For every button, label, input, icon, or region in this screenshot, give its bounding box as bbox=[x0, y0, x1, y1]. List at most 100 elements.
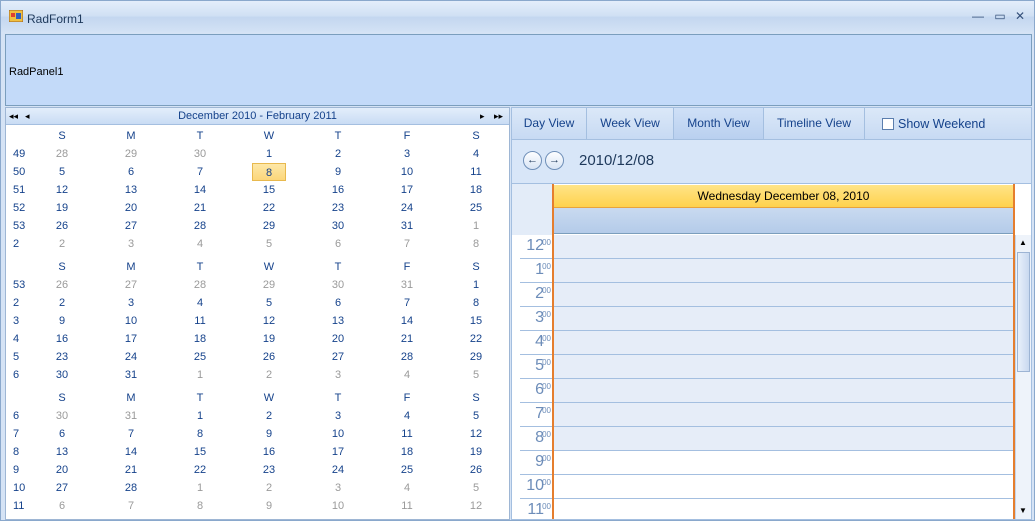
arrow-right-icon[interactable]: → bbox=[545, 151, 564, 170]
calendar-day[interactable]: 10 bbox=[321, 497, 355, 515]
calendar-day[interactable]: 8 bbox=[183, 425, 217, 443]
calendar-day[interactable]: 30 bbox=[45, 407, 79, 425]
calendar-day[interactable]: 23 bbox=[45, 348, 79, 366]
scroll-up-icon[interactable]: ▲ bbox=[1019, 238, 1027, 247]
calendar-day[interactable]: 2 bbox=[321, 145, 355, 163]
calendar-day[interactable]: 1 bbox=[183, 407, 217, 425]
calendar-day[interactable]: 16 bbox=[45, 330, 79, 348]
calendar-day[interactable]: 12 bbox=[459, 497, 493, 515]
calendar-day[interactable]: 19 bbox=[459, 443, 493, 461]
calendar-day[interactable]: 10 bbox=[390, 163, 424, 181]
calendar-day[interactable]: 30 bbox=[183, 145, 217, 163]
checkbox-icon[interactable] bbox=[882, 118, 894, 130]
calendar-day[interactable]: 27 bbox=[114, 217, 148, 235]
calendar-day[interactable]: 12 bbox=[459, 425, 493, 443]
calendar-day[interactable]: 16 bbox=[321, 181, 355, 199]
next-page-icon[interactable]: ▸ bbox=[480, 111, 485, 122]
calendar-day[interactable]: 7 bbox=[183, 163, 217, 181]
calendar-day[interactable]: 31 bbox=[390, 217, 424, 235]
calendar-day[interactable]: 3 bbox=[321, 366, 355, 384]
calendar-day[interactable]: 23 bbox=[252, 461, 286, 479]
calendar-day[interactable]: 5 bbox=[252, 294, 286, 312]
calendar-day[interactable]: 18 bbox=[390, 443, 424, 461]
calendar-day[interactable]: 26 bbox=[45, 217, 79, 235]
calendar-day[interactable]: 21 bbox=[183, 199, 217, 217]
calendar-day[interactable]: 25 bbox=[390, 461, 424, 479]
calendar-day[interactable]: 22 bbox=[252, 199, 286, 217]
calendar-day[interactable]: 31 bbox=[390, 276, 424, 294]
calendar-day[interactable]: 31 bbox=[114, 366, 148, 384]
calendar-day[interactable]: 5 bbox=[459, 479, 493, 497]
calendar-day[interactable]: 9 bbox=[252, 497, 286, 515]
time-slot[interactable] bbox=[554, 235, 1013, 259]
calendar-day[interactable]: 12 bbox=[45, 181, 79, 199]
calendar-day[interactable]: 21 bbox=[114, 461, 148, 479]
view-button-timeline-view[interactable]: Timeline View bbox=[764, 108, 865, 139]
time-slot[interactable] bbox=[554, 403, 1013, 427]
time-slot[interactable] bbox=[554, 331, 1013, 355]
calendar-day[interactable]: 13 bbox=[45, 443, 79, 461]
calendar-day[interactable]: 28 bbox=[390, 348, 424, 366]
calendar-day[interactable]: 5 bbox=[459, 366, 493, 384]
show-weekend-checkbox[interactable]: Show Weekend bbox=[882, 117, 985, 131]
calendar-day[interactable]: 20 bbox=[45, 461, 79, 479]
calendar-day[interactable]: 21 bbox=[390, 330, 424, 348]
calendar-day[interactable]: 1 bbox=[183, 479, 217, 497]
calendar-day[interactable]: 24 bbox=[390, 199, 424, 217]
calendar-day[interactable]: 28 bbox=[183, 217, 217, 235]
calendar-day[interactable]: 7 bbox=[114, 497, 148, 515]
calendar-day[interactable]: 30 bbox=[321, 276, 355, 294]
calendar-day[interactable]: 14 bbox=[114, 443, 148, 461]
calendar-day[interactable]: 5 bbox=[459, 407, 493, 425]
calendar-day[interactable]: 3 bbox=[390, 145, 424, 163]
vertical-scrollbar[interactable]: ▲ ▼ bbox=[1015, 235, 1031, 519]
calendar-day[interactable]: 8 bbox=[459, 235, 493, 253]
calendar-day[interactable]: 1 bbox=[183, 366, 217, 384]
last-page-icon[interactable]: ▸▸ bbox=[494, 111, 503, 122]
calendar-day[interactable]: 28 bbox=[45, 145, 79, 163]
calendar-day[interactable]: 8 bbox=[252, 163, 286, 181]
calendar-day[interactable]: 12 bbox=[252, 312, 286, 330]
maximize-icon[interactable]: ▭ bbox=[991, 8, 1009, 24]
calendar-day[interactable]: 14 bbox=[183, 181, 217, 199]
calendar-day[interactable]: 8 bbox=[459, 294, 493, 312]
calendar-day[interactable]: 18 bbox=[459, 181, 493, 199]
calendar-day[interactable]: 4 bbox=[183, 294, 217, 312]
calendar-day[interactable]: 6 bbox=[321, 294, 355, 312]
calendar-day[interactable]: 22 bbox=[459, 330, 493, 348]
calendar-day[interactable]: 6 bbox=[45, 497, 79, 515]
time-slot[interactable] bbox=[554, 499, 1013, 519]
calendar-day[interactable]: 20 bbox=[321, 330, 355, 348]
calendar-day[interactable]: 15 bbox=[252, 181, 286, 199]
calendar-day[interactable]: 3 bbox=[114, 235, 148, 253]
calendar-day[interactable]: 26 bbox=[459, 461, 493, 479]
time-slot[interactable] bbox=[554, 355, 1013, 379]
time-slot[interactable] bbox=[554, 475, 1013, 499]
calendar-day[interactable]: 4 bbox=[183, 235, 217, 253]
calendar-day[interactable]: 27 bbox=[45, 479, 79, 497]
calendar-day[interactable]: 22 bbox=[183, 461, 217, 479]
calendar-day[interactable]: 14 bbox=[390, 312, 424, 330]
calendar-day[interactable]: 6 bbox=[321, 235, 355, 253]
scroll-down-icon[interactable]: ▼ bbox=[1019, 506, 1027, 515]
time-slot[interactable] bbox=[554, 451, 1013, 475]
close-icon[interactable]: ✕ bbox=[1011, 8, 1029, 24]
calendar-day[interactable]: 7 bbox=[390, 235, 424, 253]
calendar-day[interactable]: 2 bbox=[252, 407, 286, 425]
calendar-day[interactable]: 1 bbox=[252, 145, 286, 163]
calendar-day[interactable]: 1 bbox=[459, 217, 493, 235]
title-bar[interactable]: RadForm1 — ▭ ✕ bbox=[1, 1, 1034, 32]
view-button-day-view[interactable]: Day View bbox=[512, 108, 587, 139]
time-slot[interactable] bbox=[554, 427, 1013, 451]
calendar-day[interactable]: 27 bbox=[114, 276, 148, 294]
calendar-day[interactable]: 9 bbox=[252, 425, 286, 443]
calendar-day[interactable]: 6 bbox=[114, 163, 148, 181]
calendar-day[interactable]: 31 bbox=[114, 407, 148, 425]
all-day-area[interactable] bbox=[554, 208, 1013, 234]
calendar-day[interactable]: 8 bbox=[183, 497, 217, 515]
calendar-day[interactable]: 27 bbox=[321, 348, 355, 366]
calendar-day[interactable]: 11 bbox=[183, 312, 217, 330]
view-button-week-view[interactable]: Week View bbox=[587, 108, 674, 139]
calendar-day[interactable]: 7 bbox=[390, 294, 424, 312]
calendar-day[interactable]: 29 bbox=[114, 145, 148, 163]
